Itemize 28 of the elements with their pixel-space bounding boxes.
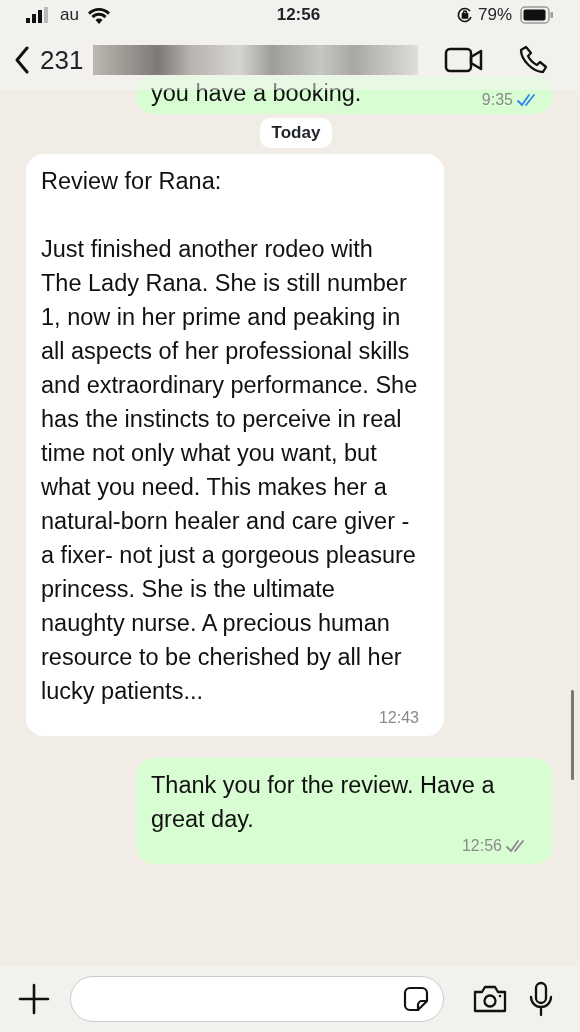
camera-button[interactable]	[472, 984, 508, 1014]
plus-icon	[18, 983, 50, 1015]
sticker-icon[interactable]	[401, 984, 431, 1014]
contact-name[interactable]: 231	[40, 40, 84, 80]
date-chip: Today	[259, 118, 333, 148]
battery-icon	[520, 6, 554, 24]
message-time: 12:56	[461, 835, 502, 856]
voice-call-button[interactable]	[518, 44, 550, 76]
message-text: Review for Rana: Just finished another rodeo with The Lady Rana. She is still number 1, now in her prime and peaking in all aspects of her professional skills and extraordinary performance. She has the instincts to perceive in real time not only what you want, but what you need. This makes her a natural-born healer and care giver -a fixer- not just a gorgeous pleasure princess. She is the ultimate naughty nurse. A precious human resource to be cherished by all her lucky patients...	[41, 166, 419, 706]
carrier-name: au	[60, 4, 79, 27]
video-call-button[interactable]	[444, 46, 484, 74]
message-input[interactable]	[70, 976, 444, 1022]
microphone-button[interactable]	[528, 981, 554, 1017]
attach-button[interactable]	[18, 983, 50, 1015]
message-text: Thank you for the review. Have a great day.	[151, 770, 496, 834]
message-time: 12:43	[378, 707, 419, 728]
status-time: 12:56	[275, 4, 321, 27]
microphone-icon	[528, 981, 554, 1017]
phone-icon	[518, 44, 550, 76]
message-text: you have a booking.	[151, 79, 362, 108]
back-button[interactable]	[14, 46, 30, 74]
wifi-icon	[86, 6, 111, 24]
back-icon	[14, 46, 30, 74]
battery-percent: 79%	[477, 4, 512, 27]
video-camera-icon	[444, 46, 484, 74]
rotation-lock-icon	[455, 6, 474, 24]
message-time: 9:35	[481, 90, 513, 110]
camera-icon	[472, 984, 508, 1014]
